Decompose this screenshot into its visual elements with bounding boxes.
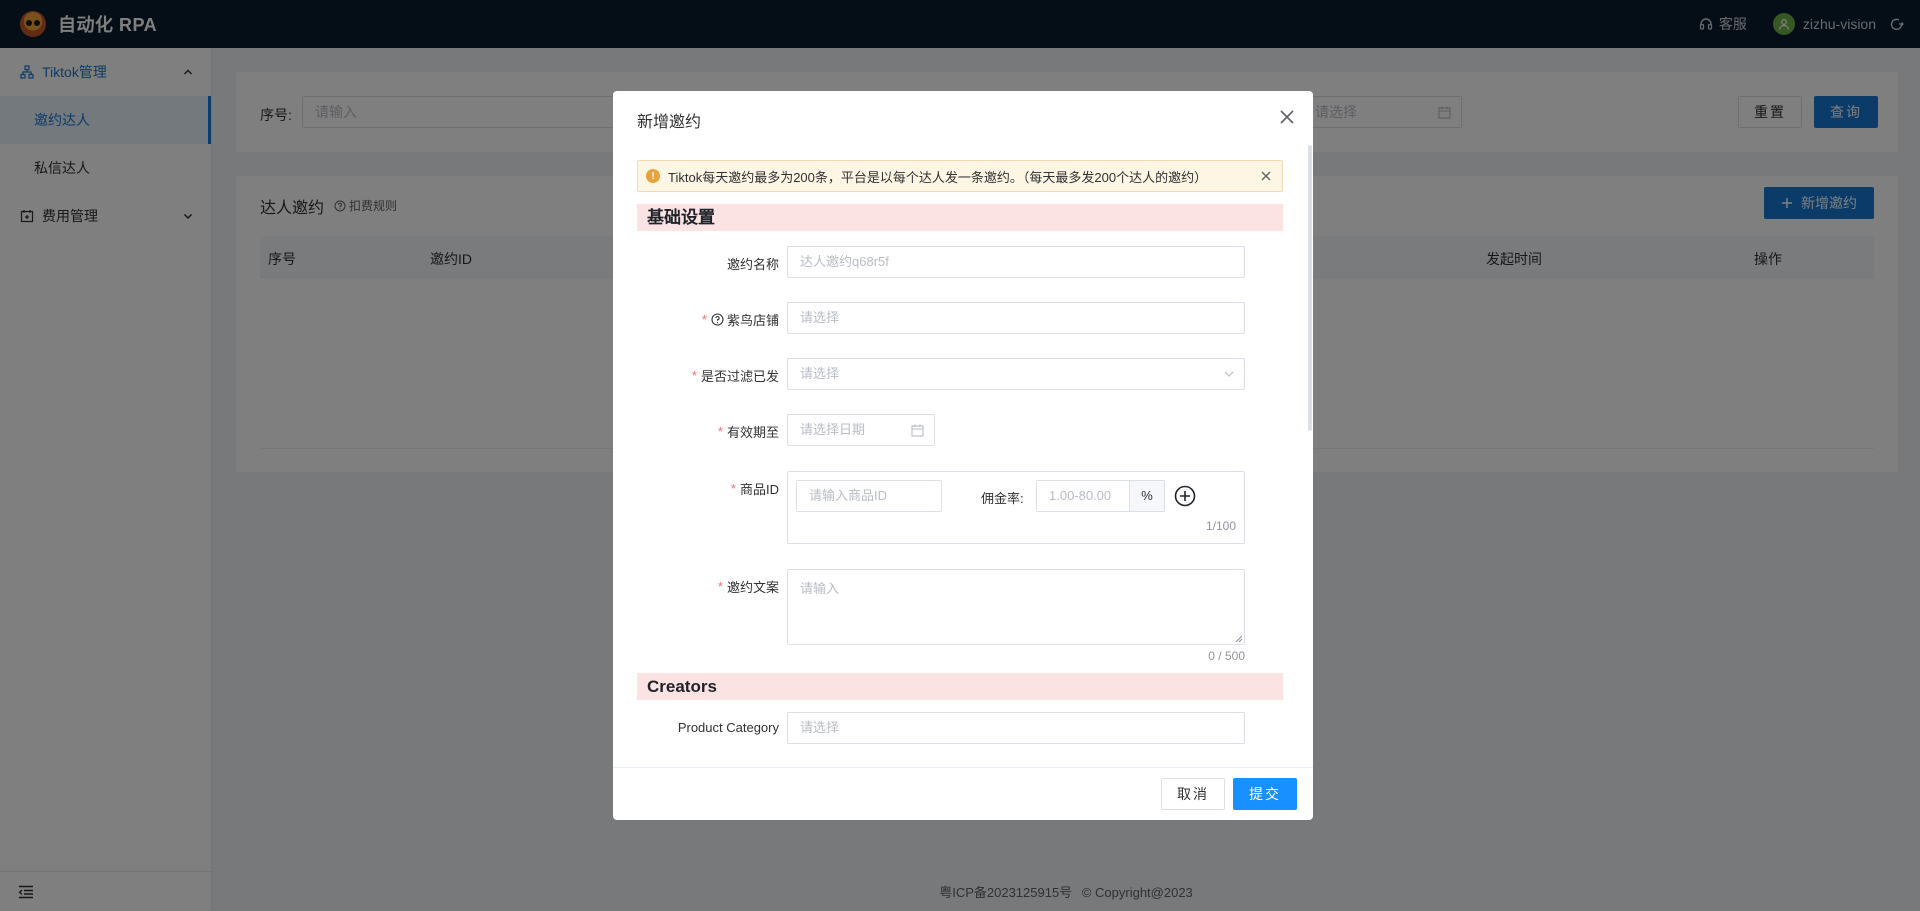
question-circle-icon[interactable] xyxy=(711,313,724,326)
filter-sent-label-text: 是否过滤已发 xyxy=(700,369,779,384)
warning-icon: ! xyxy=(646,169,660,183)
required-mark: * xyxy=(701,312,707,327)
close-icon[interactable] xyxy=(1279,109,1295,125)
valid-until-label: * 有效期至 xyxy=(718,422,779,441)
percent-suffix: % xyxy=(1129,480,1165,512)
dialog-scrollbar[interactable] xyxy=(1307,145,1313,431)
cancel-button[interactable]: 取消 xyxy=(1161,778,1225,810)
dialog-footer: 取消 提交 xyxy=(613,767,1313,820)
section-basic-settings: 基础设置 xyxy=(637,204,1283,231)
valid-until-placeholder: 请选择日期 xyxy=(800,422,866,437)
alert-text: Tiktok每天邀约最多为200条，平台是以每个达人发一条邀约。（每天最多发20… xyxy=(668,169,1208,185)
commission-input[interactable]: 1.00-80.00 xyxy=(1036,480,1130,512)
section-creators: Creators xyxy=(637,673,1283,700)
required-mark: * xyxy=(691,368,697,383)
shop-label-text: 紫鸟店铺 xyxy=(726,313,779,328)
filter-sent-label: * 是否过滤已发 xyxy=(692,366,779,385)
resize-grip-icon[interactable] xyxy=(1235,635,1243,643)
shop-label: * 紫鸟店铺 xyxy=(702,310,779,329)
invite-copy-placeholder: 请输入 xyxy=(800,581,840,596)
chevron-down-icon xyxy=(1224,371,1234,377)
limit-alert: ! Tiktok每天邀约最多为200条，平台是以每个达人发一条邀约。（每天最多发… xyxy=(637,160,1283,192)
submit-button[interactable]: 提交 xyxy=(1233,778,1297,810)
product-row-box: 请输入商品ID 佣金率: 1.00-80.00 % 1/100 xyxy=(787,471,1245,544)
required-mark: * xyxy=(717,579,723,594)
invite-copy-textarea[interactable]: 请输入 xyxy=(787,569,1245,645)
product-category-label: Product Category xyxy=(678,720,779,735)
product-id-label-text: 商品ID xyxy=(739,482,779,497)
dialog-title: 新增邀约 xyxy=(637,114,702,131)
product-category-label-text: Product Category xyxy=(677,720,779,735)
product-counter: 1/100 xyxy=(1205,519,1236,533)
commission-label: 佣金率: xyxy=(981,491,1024,506)
invite-name-label-text: 邀约名称 xyxy=(726,257,779,272)
invite-copy-label: * 邀约文案 xyxy=(718,577,779,596)
product-category-select[interactable]: 请选择 xyxy=(787,712,1245,744)
shop-select[interactable]: 请选择 xyxy=(787,302,1245,334)
required-mark: * xyxy=(717,424,723,439)
add-product-icon[interactable] xyxy=(1174,485,1196,507)
alert-close-icon[interactable] xyxy=(1260,170,1272,182)
scrollbar-thumb[interactable] xyxy=(1308,145,1312,431)
valid-until-label-text: 有效期至 xyxy=(726,425,779,440)
required-mark: * xyxy=(730,481,736,496)
dialog-body: ! Tiktok每天邀约最多为200条，平台是以每个达人发一条邀约。（每天最多发… xyxy=(613,145,1313,767)
filter-sent-select[interactable]: 请选择 xyxy=(787,358,1245,390)
invite-name-input[interactable]: 达人邀约q68r5f xyxy=(787,246,1245,278)
product-id-input[interactable]: 请输入商品ID xyxy=(796,480,942,512)
filter-sent-placeholder: 请选择 xyxy=(800,366,840,381)
valid-until-date-picker[interactable]: 请选择日期 xyxy=(787,414,935,446)
invite-copy-counter: 0 / 500 xyxy=(1208,649,1245,663)
calendar-icon xyxy=(911,424,924,437)
invite-name-label: 邀约名称 xyxy=(727,254,779,273)
invite-copy-label-text: 邀约文案 xyxy=(726,580,779,595)
new-invitation-dialog: 新增邀约 ! Tiktok每天邀约最多为200条，平台是以每个达人发一条邀约。（… xyxy=(613,91,1313,820)
product-id-label: * 商品ID xyxy=(731,479,779,498)
